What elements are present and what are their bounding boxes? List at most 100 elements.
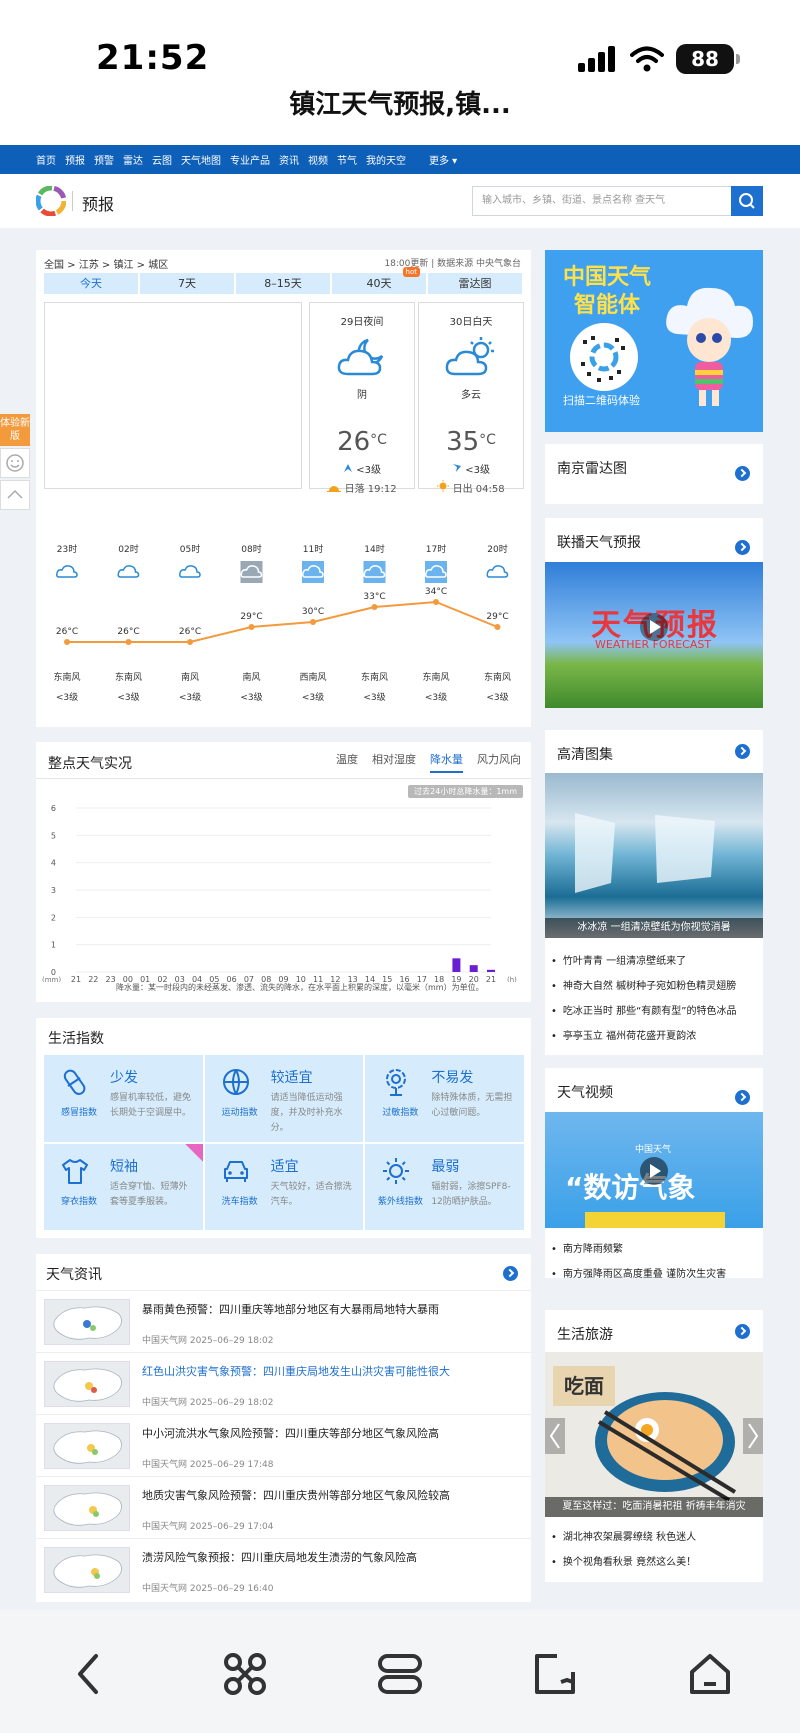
home-icon[interactable] bbox=[686, 1650, 734, 1698]
nanjing-radar-card[interactable]: 南京雷达图 bbox=[545, 444, 763, 504]
lianbo-more-icon[interactable] bbox=[735, 540, 750, 555]
news-thumbnail bbox=[44, 1299, 130, 1345]
life-item-clothing[interactable]: 穿衣指数 短袖 适合穿T恤、短薄外套等夏季服装。 bbox=[44, 1143, 203, 1230]
hour-time: 02时 bbox=[118, 543, 138, 555]
nav-item-news[interactable]: 资讯 bbox=[279, 152, 299, 167]
nav-item-forecast[interactable]: 预报 bbox=[65, 152, 85, 167]
feedback-button[interactable] bbox=[0, 448, 30, 478]
life-item-cold[interactable]: 感冒指数 少发 感冒机率较低，避免长期处于空调屋中。 bbox=[44, 1055, 203, 1142]
video-item[interactable]: 南方降雨频繁 bbox=[551, 1240, 726, 1255]
gallery-item[interactable]: 吃冰正当时 那些“有颜有型”的特色冰品 bbox=[551, 1002, 737, 1017]
tab-humidity[interactable]: 相对湿度 bbox=[372, 751, 416, 773]
gallery-caption: 冰冰凉 一组清凉壁纸为你视觉消暑 bbox=[545, 918, 763, 938]
partly-cloudy-icon bbox=[363, 561, 386, 583]
news-item[interactable]: 渍涝风险气象预报：四川重庆局地发生渍涝的气象风险高 中国天气网 2025–06–2… bbox=[36, 1538, 531, 1600]
tab-temperature[interactable]: 温度 bbox=[336, 751, 358, 773]
nav-item-products[interactable]: 专业产品 bbox=[230, 152, 270, 167]
nav-item-solar-terms[interactable]: 节气 bbox=[337, 152, 357, 167]
nav-item-home[interactable]: 首页 bbox=[36, 152, 56, 167]
tab-today[interactable]: 今天 bbox=[44, 273, 138, 294]
travel-more-icon[interactable] bbox=[735, 1324, 750, 1339]
nav-item-map[interactable]: 天气地图 bbox=[181, 152, 221, 167]
x-tick-label: 22 bbox=[88, 975, 98, 982]
video-item[interactable]: 南方强降雨区高度重叠 谨防次生灾害 bbox=[551, 1265, 726, 1280]
page-title[interactable]: 镇江天气预报,镇... bbox=[0, 84, 800, 121]
carousel-next-button[interactable] bbox=[743, 1418, 763, 1454]
news-item[interactable]: 中小河流洪水气象风险预警：四川重庆等部分地区气象风险高 中国天气网 2025–06… bbox=[36, 1414, 531, 1476]
hot-badge: hot bbox=[402, 267, 420, 277]
lianbo-title: 联播天气预报 bbox=[557, 535, 641, 551]
video-more-icon[interactable] bbox=[735, 1090, 750, 1105]
travel-list: 湖北神农架晨雾缭绕 秋色迷人 换个视角看秋景 竟然这么美！ bbox=[551, 1528, 696, 1578]
side-float: 体验新版 bbox=[0, 414, 30, 510]
forecast-tabs: 今天 7天 8–15天 40天 hot 雷达图 bbox=[44, 267, 524, 294]
day-weather: 多云 bbox=[461, 390, 481, 401]
gallery-more-icon[interactable] bbox=[735, 744, 750, 759]
life-item-name: 洗车指数 bbox=[221, 1196, 258, 1207]
day-temp-value: 26 bbox=[337, 427, 371, 457]
weather-logo-icon[interactable] bbox=[36, 186, 66, 216]
life-item-sport[interactable]: 运动指数 较适宜 请适当降低运动强度，并及时补充水分。 bbox=[204, 1055, 364, 1142]
nav-item-video[interactable]: 视频 bbox=[308, 152, 328, 167]
tab-40days[interactable]: 40天 hot bbox=[332, 267, 426, 294]
life-item-level: 少发 bbox=[110, 1070, 138, 1086]
radar-more-icon[interactable] bbox=[735, 466, 750, 481]
play-icon bbox=[640, 1157, 668, 1185]
news-thumbnail bbox=[44, 1485, 130, 1531]
hour-time: 23时 bbox=[57, 543, 77, 555]
smile-icon bbox=[6, 454, 24, 472]
tab-precipitation[interactable]: 降水量 bbox=[430, 751, 463, 773]
tab-radar[interactable]: 雷达图 bbox=[428, 273, 522, 294]
nav-item-radar[interactable]: 雷达 bbox=[123, 152, 143, 167]
travel-image[interactable]: 吃面 夏至这样过：吃面消暑祀祖 祈祷丰年消灾 bbox=[545, 1352, 763, 1517]
carousel-prev-button[interactable] bbox=[545, 1418, 565, 1454]
new-version-button[interactable]: 体验新版 bbox=[0, 414, 30, 446]
lianbo-video-thumb[interactable]: 天气预报 WEATHER FORECAST bbox=[545, 562, 763, 708]
search-button[interactable] bbox=[731, 186, 763, 216]
back-icon[interactable] bbox=[66, 1650, 114, 1698]
day-temp-value: 35 bbox=[446, 427, 480, 457]
gallery-item[interactable]: 竹叶青青 一组清凉壁纸来了 bbox=[551, 952, 736, 967]
breadcrumb[interactable]: 全国 > 江苏 > 镇江 > 城区 bbox=[44, 256, 168, 271]
gallery-list: 竹叶青青 一组清凉壁纸来了 神奇大自然 槭树种子宛如粉色精灵翅膀 吃冰正当时 那… bbox=[551, 952, 737, 1052]
gallery-image[interactable]: 冰冰凉 一组清凉壁纸为你视觉消暑 bbox=[545, 773, 763, 938]
travel-item[interactable]: 换个视角看秋景 竟然这么美！ bbox=[551, 1553, 696, 1568]
video-thumb[interactable]: 中国天气 “数访气象 bbox=[545, 1112, 763, 1228]
weather-news-card: 天气资讯 暴雨黄色预警：四川重庆等地部分地区有大暴雨局地特大暴雨 中国天气网 20… bbox=[36, 1254, 531, 1602]
travel-item[interactable]: 湖北神农架晨雾缭绕 秋色迷人 bbox=[551, 1528, 696, 1543]
lianbo-forecast-card: 联播天气预报 天气预报 WEATHER FORECAST bbox=[545, 518, 763, 708]
command-icon[interactable] bbox=[221, 1650, 269, 1698]
wind-level: <3级 bbox=[240, 691, 262, 703]
waterfall-icon bbox=[575, 813, 715, 893]
tab-7days[interactable]: 7天 bbox=[140, 273, 234, 294]
tab-8-15days[interactable]: 8–15天 bbox=[236, 273, 330, 294]
nav-item-warning[interactable]: 预警 bbox=[94, 152, 114, 167]
news-item[interactable]: 地质灾害气象风险预警：四川重庆贵州等部分地区气象风险较高 中国天气网 2025–0… bbox=[36, 1476, 531, 1538]
tab-wind[interactable]: 风力风向 bbox=[477, 751, 521, 773]
corner-tag bbox=[184, 1143, 203, 1162]
nav-more[interactable]: 更多 ▾ bbox=[429, 152, 457, 167]
news-more-icon[interactable] bbox=[503, 1266, 518, 1281]
news-item[interactable]: 红色山洪灾害气象预警：四川重庆局地发生山洪灾害可能性很大 中国天气网 2025–0… bbox=[36, 1352, 531, 1414]
life-item-carwash[interactable]: 洗车指数 适宜 天气较好，适合擦洗汽车。 bbox=[204, 1143, 364, 1230]
search-input[interactable]: 输入城市、乡镇、街道、景点名称 查天气 bbox=[472, 186, 731, 216]
battery-indicator: 88 bbox=[676, 44, 740, 74]
gallery-item[interactable]: 亭亭玉立 福州荷花盛开夏韵浓 bbox=[551, 1027, 736, 1042]
life-item-level: 不易发 bbox=[431, 1070, 474, 1086]
nav-item-cloud[interactable]: 云图 bbox=[152, 152, 172, 167]
nav-item-my-sky[interactable]: 我的天空 bbox=[366, 152, 406, 167]
sunset-icon bbox=[327, 486, 342, 492]
video-banner-strip bbox=[585, 1212, 725, 1228]
tab-40days-label: 40天 bbox=[366, 277, 392, 290]
share-icon[interactable] bbox=[531, 1650, 579, 1698]
ai-agent-ad[interactable]: 中国天气智能体 扫描二维码体验 bbox=[545, 250, 763, 432]
gallery-item[interactable]: 神奇大自然 槭树种子宛如粉色精灵翅膀 bbox=[551, 977, 736, 992]
news-item[interactable]: 暴雨黄色预警：四川重庆等地部分地区有大暴雨局地特大暴雨 中国天气网 2025–06… bbox=[36, 1290, 531, 1352]
back-to-top-button[interactable] bbox=[0, 480, 30, 510]
life-item-allergy[interactable]: 过敏指数 不易发 除特殊体质，无需担心过敏问题。 bbox=[365, 1055, 524, 1142]
hourly-forecast: 26°C 23时 东南风 <3级 26°C 02时 东南风 <3级 26°C 05时 南风 <3级 29… bbox=[36, 542, 531, 712]
life-item-uv[interactable]: 紫外线指数 最弱 辐射弱，涂擦SPF8-12防晒护肤品。 bbox=[365, 1143, 524, 1230]
wind-direction: 南风 bbox=[181, 671, 199, 683]
temp-point bbox=[310, 619, 316, 625]
tabs-icon[interactable] bbox=[376, 1650, 424, 1698]
